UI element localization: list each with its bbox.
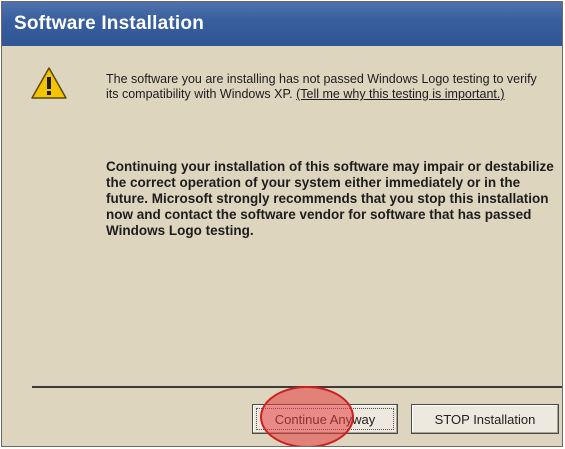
software-installation-dialog: Software Installation The software you a… xyxy=(1,1,563,447)
stability-warning-text: Continuing your installation of this sof… xyxy=(106,159,554,238)
stop-installation-label: STOP Installation xyxy=(434,411,536,427)
continue-anyway-button[interactable]: Continue Anyway xyxy=(252,404,398,434)
compatibility-message: The software you are installing has not … xyxy=(106,72,546,102)
continue-anyway-label: Continue Anyway xyxy=(256,408,394,430)
dialog-title: Software Installation xyxy=(2,2,562,46)
tell-me-why-link[interactable]: (Tell me why this testing is important.) xyxy=(296,87,504,101)
button-separator xyxy=(32,386,562,388)
stop-installation-button[interactable]: STOP Installation xyxy=(411,404,559,434)
warning-icon xyxy=(31,67,67,99)
